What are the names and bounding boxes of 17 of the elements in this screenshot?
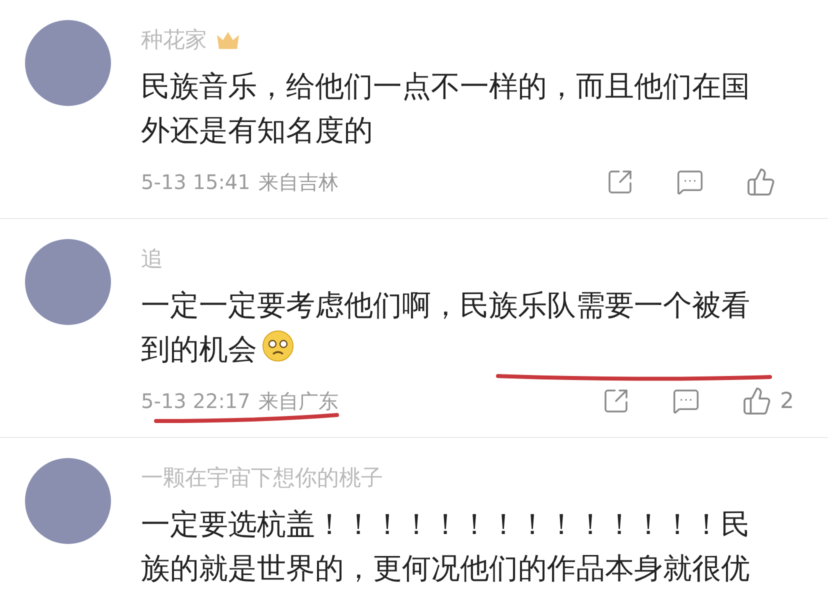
speech-bubble-icon: [676, 168, 704, 196]
comment-time: 5-13 22:17: [141, 388, 250, 415]
share-icon: [602, 387, 630, 415]
comment-text: 一定要选杭盖！！！！！！！！！！！！！！民族的就是世界的，更何况他们的作品本身就很优: [141, 506, 751, 587]
comment-time: 5-13 15:41: [141, 169, 250, 196]
thumbs-up-icon: [746, 167, 776, 197]
user-name[interactable]: 追: [141, 242, 163, 276]
comment-text: 民族音乐，给他们一点不一样的，而且他们在国外还是有知名度的: [141, 68, 751, 149]
user-name[interactable]: 种花家: [141, 24, 207, 56]
comment-location: 来自吉林: [258, 169, 338, 196]
speech-bubble-icon: [672, 387, 700, 415]
like-button[interactable]: 2: [738, 380, 798, 422]
user-name[interactable]: 一颗在宇宙下想你的桃子: [141, 462, 383, 494]
comment-text: 一定一定要考虑他们啊，民族乐队需要一个被看到的机会: [141, 287, 751, 368]
share-icon: [606, 168, 634, 196]
comment-location: 来自广东: [258, 388, 338, 415]
thumbs-up-icon: [742, 386, 772, 416]
